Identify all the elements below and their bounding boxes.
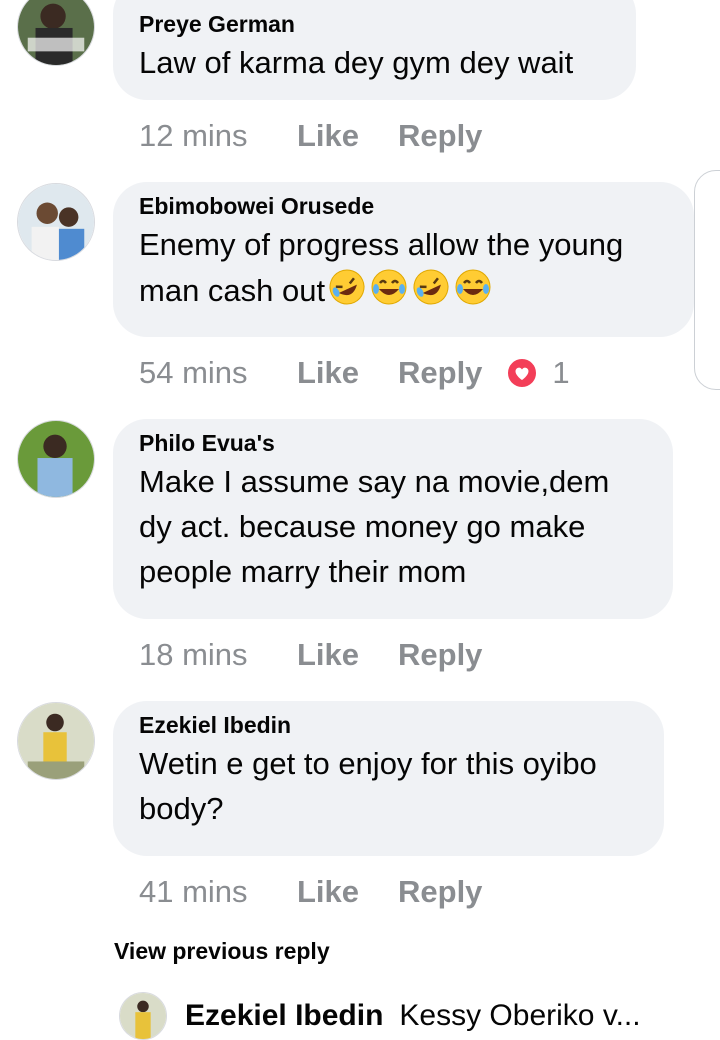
avatar[interactable]	[17, 420, 95, 498]
view-previous-reply-link[interactable]: View previous reply	[114, 938, 330, 965]
comment-time[interactable]: 54 mins	[139, 355, 297, 391]
reply-preview[interactable]: Ezekiel Ibedin Kessy Oberiko v...	[119, 992, 641, 1040]
comment-actions: 18 mins Like Reply	[139, 635, 482, 675]
tears-of-joy-icon	[371, 269, 407, 305]
comment-bubble[interactable]: Philo Evua's Make I assume say na movie,…	[113, 419, 673, 619]
comment-text: Enemy of progress allow the young man ca…	[139, 222, 668, 313]
like-button[interactable]: Like	[297, 355, 398, 391]
comment-author[interactable]: Preye German	[139, 10, 610, 38]
comment-time[interactable]: 12 mins	[139, 118, 297, 154]
comment-bubble[interactable]: Preye German Law of karma dey gym dey wa…	[113, 0, 636, 100]
heart-reaction-icon	[506, 357, 539, 389]
comment-author[interactable]: Ezekiel Ibedin	[139, 711, 638, 739]
like-button[interactable]: Like	[297, 118, 398, 154]
reaction-summary[interactable]: 1	[506, 355, 570, 391]
comment-actions: 41 mins Like Reply	[139, 872, 482, 912]
avatar[interactable]	[17, 702, 95, 780]
comment-text-line: man cash out	[139, 273, 326, 308]
comment-time[interactable]: 41 mins	[139, 874, 297, 910]
reply-button[interactable]: Reply	[398, 355, 482, 391]
comment-bubble[interactable]: Ebimobowei Orusede Enemy of progress all…	[113, 182, 694, 337]
comment-actions: 12 mins Like Reply	[139, 116, 482, 156]
comment-text-line: body?	[139, 791, 224, 826]
tears-of-joy-icon	[455, 269, 491, 305]
comment-text-line: Make I assume say na movie,dem	[139, 464, 610, 499]
like-button[interactable]: Like	[297, 637, 398, 673]
comment-text-line: people marry their mom	[139, 554, 467, 589]
like-button[interactable]: Like	[297, 874, 398, 910]
comment-actions: 54 mins Like Reply 1	[139, 353, 570, 393]
avatar[interactable]	[17, 183, 95, 261]
reply-button[interactable]: Reply	[398, 637, 482, 673]
comment-text: Law of karma dey gym dey wait	[139, 45, 574, 80]
rolling-on-floor-laughing-icon	[329, 269, 365, 305]
reply-button[interactable]: Reply	[398, 118, 482, 154]
comment-author[interactable]: Philo Evua's	[139, 429, 647, 457]
comment-text: Make I assume say na movie,dem dy act. b…	[139, 459, 647, 594]
comment-text-line: dy act. because money go make	[139, 509, 586, 544]
reply-button[interactable]: Reply	[398, 874, 482, 910]
comment-text-line: Wetin e get to enjoy for this oyibo	[139, 746, 597, 781]
avatar[interactable]	[119, 992, 167, 1040]
reply-text: Kessy Oberiko v...	[399, 999, 641, 1032]
comment-author[interactable]: Ebimobowei Orusede	[139, 192, 668, 220]
reply-author[interactable]: Ezekiel Ibedin	[185, 999, 383, 1033]
side-panel-edge	[694, 170, 720, 390]
reaction-count: 1	[552, 355, 570, 390]
comment-bubble[interactable]: Ezekiel Ibedin Wetin e get to enjoy for …	[113, 701, 664, 856]
comment-text-line: Enemy of progress allow the young	[139, 227, 624, 262]
avatar[interactable]	[17, 0, 95, 66]
comment-text: Wetin e get to enjoy for this oyibo body…	[139, 741, 638, 831]
rolling-on-floor-laughing-icon	[413, 269, 449, 305]
comment-text-line-2: man cash out	[139, 267, 668, 313]
comment-time[interactable]: 18 mins	[139, 637, 297, 673]
